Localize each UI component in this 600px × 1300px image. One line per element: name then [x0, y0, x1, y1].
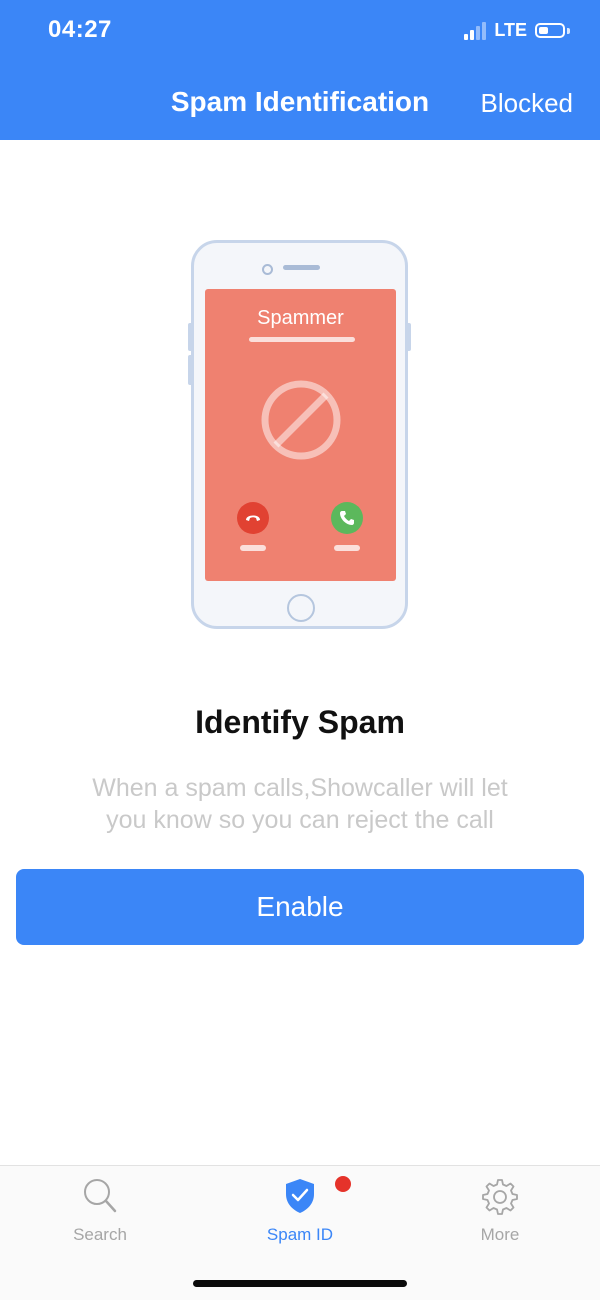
tab-spam-id-label: Spam ID: [266, 1225, 334, 1244]
phone-speaker: [283, 265, 320, 270]
tab-search[interactable]: Search: [0, 1166, 200, 1258]
notification-badge: [335, 1176, 351, 1192]
decline-call-icon: [237, 502, 269, 534]
feature-description: When a spam calls,Showcaller will let yo…: [92, 774, 508, 834]
phone-side-button: [406, 323, 411, 351]
phone-screen: Spammer: [205, 289, 396, 581]
status-indicators: LTE: [464, 20, 570, 41]
blocked-button[interactable]: Blocked: [481, 88, 574, 119]
tab-more[interactable]: More: [400, 1166, 600, 1258]
phone-home-button: [287, 594, 315, 622]
home-indicator: [193, 1280, 407, 1287]
caller-label: Spammer: [257, 307, 344, 329]
app-header: 04:27 LTE Spam Identification Blocked: [0, 0, 600, 140]
decline-label-placeholder: [240, 545, 266, 551]
shield-check-icon: [286, 1179, 314, 1213]
accept-label-placeholder: [334, 545, 360, 551]
tab-spam-id[interactable]: Spam ID: [200, 1166, 400, 1258]
accept-call-icon: [331, 502, 363, 534]
signal-icon: [464, 21, 487, 40]
phone-camera: [262, 264, 273, 275]
status-time: 04:27: [48, 16, 112, 43]
feature-title: Identify Spam: [195, 704, 405, 740]
phone-side-button: [188, 355, 193, 385]
phone-illustration: Spammer: [188, 240, 411, 629]
search-icon: [84, 1179, 117, 1213]
tab-search-label: Search: [73, 1225, 127, 1244]
battery-icon: [535, 23, 565, 38]
phone-side-button: [188, 323, 193, 351]
tab-more-label: More: [480, 1225, 520, 1244]
gear-icon: [482, 1179, 518, 1215]
network-label: LTE: [494, 20, 527, 40]
enable-button[interactable]: Enable: [16, 869, 584, 945]
block-icon: [261, 380, 341, 460]
battery-tip: [567, 27, 570, 34]
caller-underline: [249, 337, 355, 342]
